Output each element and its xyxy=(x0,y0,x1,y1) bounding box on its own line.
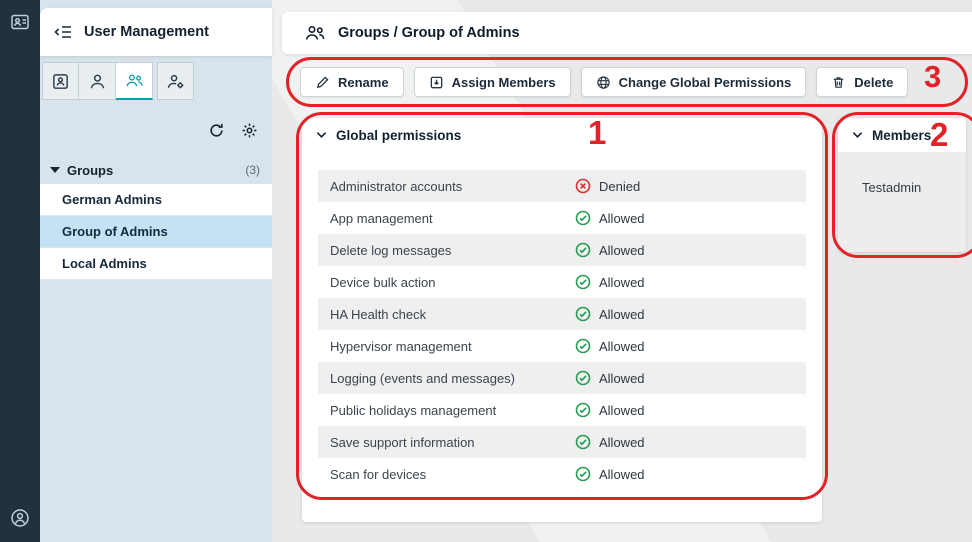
breadcrumb: Groups / Group of Admins xyxy=(338,25,520,41)
members-list: Testadmin xyxy=(838,152,966,252)
circle-check-icon xyxy=(575,338,591,354)
permission-row: HA Health check Allowed xyxy=(318,298,806,330)
circle-check-icon xyxy=(575,402,591,418)
user-management-screen: User Management xyxy=(0,0,972,542)
members-panel: Members Testadmin xyxy=(838,118,966,252)
settings-icon[interactable] xyxy=(241,122,258,139)
groups-icon xyxy=(304,24,326,42)
status-label: Allowed xyxy=(599,211,645,226)
tree-root-label: Groups xyxy=(67,163,113,178)
person-icon xyxy=(88,72,107,91)
sidebar-title: User Management xyxy=(84,24,209,40)
status-icon xyxy=(575,370,591,386)
circle-check-icon xyxy=(575,242,591,258)
status-icon xyxy=(575,466,591,482)
permission-row: Logging (events and messages) Allowed xyxy=(318,362,806,394)
circle-check-icon xyxy=(575,306,591,322)
people-icon xyxy=(125,71,144,90)
status-label: Allowed xyxy=(599,435,645,450)
tree-item-group-of-admins[interactable]: Group of Admins xyxy=(40,216,272,248)
permission-row: Device bulk action Allowed xyxy=(318,266,806,298)
sidebar-toolbar xyxy=(208,114,258,146)
rename-button[interactable]: Rename xyxy=(300,67,404,97)
status-label: Allowed xyxy=(599,243,645,258)
status-label: Allowed xyxy=(599,339,645,354)
assign-members-button[interactable]: Assign Members xyxy=(414,67,571,97)
permission-row: Save support information Allowed xyxy=(318,426,806,458)
permission-row: Public holidays management Allowed xyxy=(318,394,806,426)
collapse-sidebar-icon[interactable] xyxy=(54,25,72,39)
sidebar-header: User Management xyxy=(40,8,272,56)
status-label: Allowed xyxy=(599,371,645,386)
delete-label: Delete xyxy=(854,75,893,90)
person-badge-icon xyxy=(51,72,70,91)
tree-groups-header[interactable]: Groups (3) xyxy=(40,156,272,184)
permission-row: Administrator accounts Denied xyxy=(318,170,806,202)
circle-check-icon xyxy=(575,434,591,450)
box-arrow-in-icon xyxy=(429,75,444,90)
permission-row: Delete log messages Allowed xyxy=(318,234,806,266)
permissions-table: Administrator accounts Denied App manage… xyxy=(318,170,806,490)
caret-down-icon xyxy=(50,166,60,174)
breadcrumb-bar: Groups / Group of Admins xyxy=(282,12,972,54)
tree-count-badge: (3) xyxy=(245,163,260,177)
sidebar-tabs xyxy=(42,62,194,100)
permission-row: App management Allowed xyxy=(318,202,806,234)
trash-icon xyxy=(831,75,846,90)
status-icon xyxy=(575,274,591,290)
circle-check-icon xyxy=(575,466,591,482)
activity-bar xyxy=(0,0,40,542)
tree-item-label: German Admins xyxy=(62,192,162,207)
tab-operators[interactable] xyxy=(42,62,79,100)
assign-members-label: Assign Members xyxy=(452,75,556,90)
permission-row: Hypervisor management Allowed xyxy=(318,330,806,362)
status-label: Allowed xyxy=(599,403,645,418)
change-global-permissions-button[interactable]: Change Global Permissions xyxy=(581,67,807,97)
group-list: German Admins Group of Admins Local Admi… xyxy=(40,184,272,280)
tree-item-label: Group of Admins xyxy=(62,224,168,239)
status-icon xyxy=(575,306,591,322)
circle-check-icon xyxy=(575,210,591,226)
delete-button[interactable]: Delete xyxy=(816,67,908,97)
status-icon xyxy=(575,402,591,418)
chevron-down-icon xyxy=(852,131,863,139)
status-icon xyxy=(575,338,591,354)
global-permissions-title: Global permissions xyxy=(336,128,461,143)
group-actions-toolbar: Rename Assign Members Change Global Perm… xyxy=(300,67,908,97)
status-icon xyxy=(575,210,591,226)
circle-check-icon xyxy=(575,274,591,290)
pencil-icon xyxy=(315,75,330,90)
person-gear-icon xyxy=(166,72,185,91)
status-icon xyxy=(575,178,591,194)
tab-roles[interactable] xyxy=(157,62,194,100)
circle-check-icon xyxy=(575,370,591,386)
status-label: Allowed xyxy=(599,467,645,482)
circle-x-icon xyxy=(575,178,591,194)
callout-number-3: 3 xyxy=(924,59,941,95)
chevron-down-icon xyxy=(316,131,327,139)
change-global-permissions-label: Change Global Permissions xyxy=(619,75,792,90)
status-icon xyxy=(575,434,591,450)
sidebar: User Management xyxy=(40,0,272,542)
account-icon[interactable] xyxy=(10,508,30,528)
member-item[interactable]: Testadmin xyxy=(862,180,966,195)
global-permissions-header[interactable]: Global permissions xyxy=(302,118,822,152)
tree-item-german-admins[interactable]: German Admins xyxy=(40,184,272,216)
status-label: Allowed xyxy=(599,275,645,290)
status-label: Allowed xyxy=(599,307,645,322)
status-label: Denied xyxy=(599,179,640,194)
tree-item-label: Local Admins xyxy=(62,256,147,271)
status-icon xyxy=(575,242,591,258)
tree-item-local-admins[interactable]: Local Admins xyxy=(40,248,272,280)
members-header[interactable]: Members xyxy=(838,118,966,152)
user-card-icon[interactable] xyxy=(10,12,30,32)
globe-icon xyxy=(596,75,611,90)
rename-label: Rename xyxy=(338,75,389,90)
refresh-icon[interactable] xyxy=(208,122,225,139)
tab-users[interactable] xyxy=(79,62,116,100)
tab-groups[interactable] xyxy=(116,62,153,100)
permission-row: Scan for devices Allowed xyxy=(318,458,806,490)
global-permissions-panel: Global permissions Administrator account… xyxy=(302,118,822,522)
members-title: Members xyxy=(872,128,931,143)
